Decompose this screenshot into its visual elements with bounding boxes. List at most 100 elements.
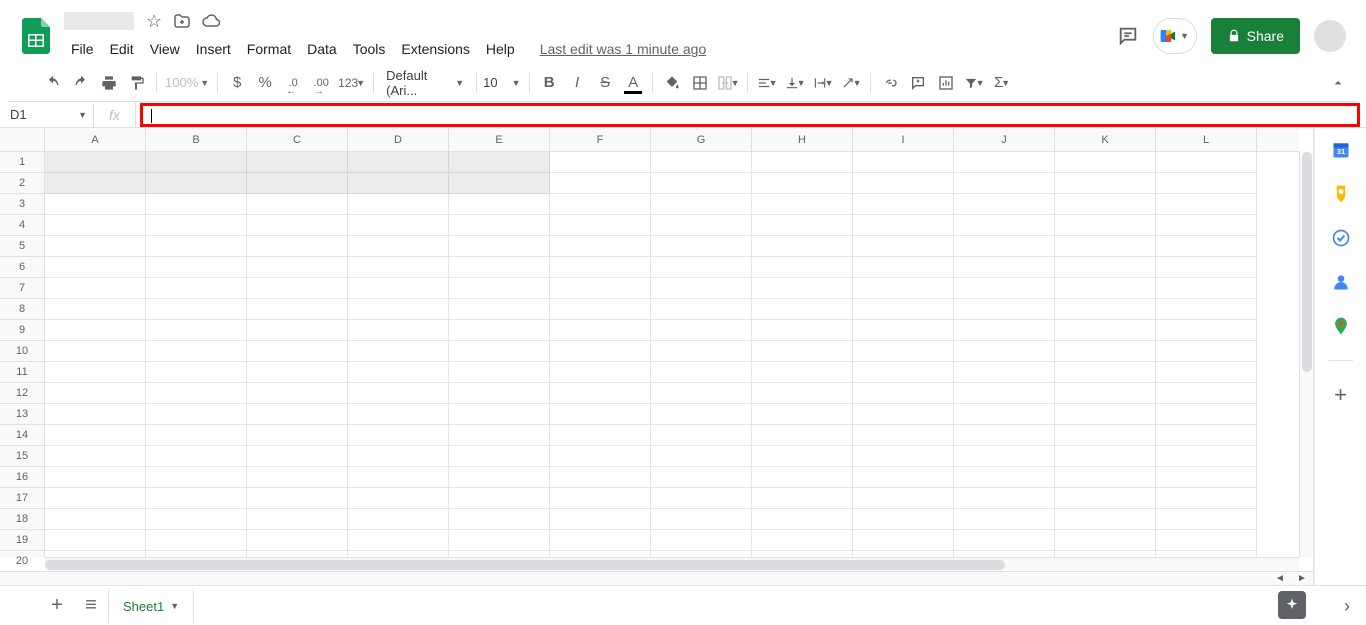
horizontal-align-icon[interactable]: ▼ [754,70,780,96]
paint-format-icon[interactable] [124,70,150,96]
decrease-decimal-icon[interactable]: .0← [280,70,306,96]
row-header[interactable]: 4 [0,215,44,236]
row-header[interactable]: 10 [0,341,44,362]
row-header[interactable]: 7 [0,278,44,299]
borders-icon[interactable] [687,70,713,96]
comment-history-icon[interactable] [1117,25,1139,47]
col-header[interactable]: E [449,128,550,151]
col-header[interactable]: L [1156,128,1257,151]
row-header[interactable]: 20 [0,551,44,572]
row-header[interactable]: 15 [0,446,44,467]
menu-data[interactable]: Data [300,37,344,61]
document-title[interactable] [64,12,134,30]
insert-link-icon[interactable] [877,70,903,96]
tasks-icon[interactable] [1331,228,1351,248]
increase-decimal-icon[interactable]: .00→ [308,70,334,96]
star-icon[interactable]: ☆ [146,11,162,32]
account-avatar[interactable] [1314,20,1346,52]
row-header[interactable]: 2 [0,173,44,194]
menu-file[interactable]: File [64,37,101,61]
show-side-panel-icon[interactable]: › [1344,596,1350,617]
row-header[interactable]: 18 [0,509,44,530]
row-header[interactable]: 11 [0,362,44,383]
col-header[interactable]: D [348,128,449,151]
sheets-logo[interactable] [16,16,56,56]
column-headers[interactable]: A B C D E F G H I J K L [45,128,1299,152]
row-header[interactable]: 9 [0,320,44,341]
col-header[interactable]: I [853,128,954,151]
redo-icon[interactable] [68,70,94,96]
explore-button[interactable] [1278,591,1306,619]
col-header[interactable]: K [1055,128,1156,151]
zoom-select[interactable]: 100%▼ [163,75,211,90]
vertical-align-icon[interactable]: ▼ [782,70,808,96]
cloud-status-icon[interactable] [202,14,220,28]
filter-icon[interactable]: ▼ [961,70,987,96]
select-all-corner[interactable] [0,128,45,152]
row-headers[interactable]: 1 2 3 4 5 6 7 8 9 10 11 12 13 14 15 16 1… [0,152,45,557]
font-family-select[interactable]: Default (Ari...▼ [380,68,470,98]
menu-extensions[interactable]: Extensions [394,37,476,61]
fill-color-icon[interactable] [659,70,685,96]
add-on-plus-icon[interactable]: + [1331,385,1351,405]
menu-tools[interactable]: Tools [346,37,393,61]
row-header[interactable]: 19 [0,530,44,551]
menu-format[interactable]: Format [240,37,298,61]
share-button[interactable]: Share [1211,18,1300,54]
font-size-select[interactable]: 10 ▼ [483,75,523,90]
row-header[interactable]: 5 [0,236,44,257]
contacts-icon[interactable] [1331,272,1351,292]
row-header[interactable]: 13 [0,404,44,425]
row-header[interactable]: 16 [0,467,44,488]
maps-icon[interactable] [1331,316,1351,336]
undo-icon[interactable] [40,70,66,96]
menu-insert[interactable]: Insert [189,37,238,61]
strikethrough-icon[interactable]: S [592,70,618,96]
scroll-right-icon[interactable]: ► [1291,572,1313,585]
menu-edit[interactable]: Edit [103,37,141,61]
insert-chart-icon[interactable] [933,70,959,96]
print-icon[interactable] [96,70,122,96]
name-box[interactable]: D1 ▼ [0,103,94,127]
text-color-icon[interactable]: A [620,70,646,96]
col-header[interactable]: F [550,128,651,151]
menu-help[interactable]: Help [479,37,522,61]
sheet-tab-sheet1[interactable]: Sheet1 ▼ [108,589,194,623]
percent-icon[interactable]: % [252,70,278,96]
vertical-scrollbar[interactable] [1299,152,1313,557]
currency-icon[interactable]: $ [224,70,250,96]
formula-input[interactable] [143,106,1357,124]
bold-icon[interactable]: B [536,70,562,96]
menu-view[interactable]: View [143,37,187,61]
meet-button[interactable]: ▼ [1153,18,1197,54]
functions-icon[interactable]: Σ▼ [989,70,1015,96]
italic-icon[interactable]: I [564,70,590,96]
cells-area[interactable] [45,152,1299,557]
col-header[interactable]: G [651,128,752,151]
add-sheet-icon[interactable]: + [40,589,74,623]
spreadsheet-grid[interactable]: A B C D E F G H I J K L 1 2 3 4 5 6 7 8 … [0,128,1314,585]
more-formats-icon[interactable]: 123▼ [336,70,367,96]
col-header[interactable]: B [146,128,247,151]
text-wrap-icon[interactable]: ▼ [810,70,836,96]
scroll-left-icon[interactable]: ◄ [1269,572,1291,585]
text-rotation-icon[interactable]: ▼ [838,70,864,96]
last-edit-link[interactable]: Last edit was 1 minute ago [540,41,707,57]
insert-comment-icon[interactable] [905,70,931,96]
col-header[interactable]: A [45,128,146,151]
all-sheets-icon[interactable]: ≡ [74,589,108,623]
keep-icon[interactable] [1331,184,1351,204]
row-header[interactable]: 6 [0,257,44,278]
col-header[interactable]: C [247,128,348,151]
row-header[interactable]: 3 [0,194,44,215]
calendar-icon[interactable]: 31 [1331,140,1351,160]
row-header[interactable]: 12 [0,383,44,404]
col-header[interactable]: J [954,128,1055,151]
move-icon[interactable] [174,14,190,28]
row-header[interactable]: 1 [0,152,44,173]
row-header[interactable]: 17 [0,488,44,509]
merge-cells-icon[interactable]: ▼ [715,70,741,96]
row-header[interactable]: 8 [0,299,44,320]
col-header[interactable]: H [752,128,853,151]
row-header[interactable]: 14 [0,425,44,446]
